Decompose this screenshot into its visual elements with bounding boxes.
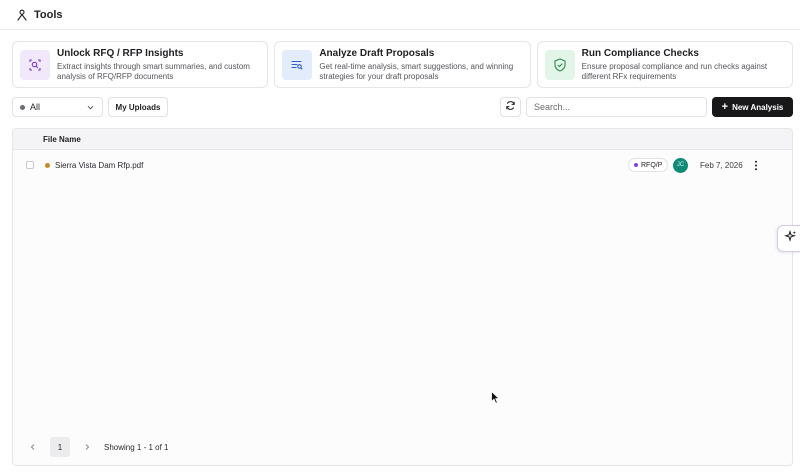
my-uploads-button[interactable]: My Uploads — [108, 97, 168, 117]
showing-text: Showing 1 - 1 of 1 — [104, 442, 169, 452]
more-options-icon[interactable] — [751, 158, 761, 172]
top-bar: Tools — [0, 0, 800, 30]
badge-dot — [634, 163, 638, 167]
new-analysis-button[interactable]: + New Analysis — [712, 97, 793, 117]
sparkles-icon — [783, 229, 797, 248]
ai-assistant-button[interactable] — [777, 225, 800, 252]
page-title: Tools — [34, 8, 63, 21]
filter-dropdown[interactable]: All — [12, 97, 103, 117]
card-analyze-drafts[interactable]: Analyze Draft Proposals Get real-time an… — [274, 41, 531, 88]
card-title: Unlock RFQ / RFP Insights — [57, 47, 184, 59]
refresh-icon — [505, 98, 516, 116]
row-checkbox[interactable] — [26, 161, 34, 169]
new-analysis-label: New Analysis — [732, 102, 784, 112]
chevron-left-icon[interactable] — [26, 440, 40, 454]
card-description: Ensure proposal compliance and run check… — [581, 61, 768, 81]
tools-icon — [16, 9, 28, 21]
file-date: Feb 7, 2026 — [700, 160, 743, 170]
card-description: Extract insights through smart summaries… — [57, 61, 250, 81]
card-description: Get real-time analysis, smart suggestion… — [319, 61, 514, 81]
pagination: 1 Showing 1 - 1 of 1 — [26, 437, 168, 457]
chevron-down-icon — [86, 103, 95, 112]
table-header: File Name — [13, 129, 792, 150]
filter-value: All — [30, 102, 41, 112]
avatar: JC — [673, 157, 688, 173]
file-type-badge: RFQ/P — [628, 158, 669, 172]
badge-label: RFQ/P — [641, 161, 663, 169]
filter-status-dot — [20, 104, 25, 110]
shield-check-icon — [544, 49, 575, 80]
card-rfq-insights[interactable]: Unlock RFQ / RFP Insights Extract insigh… — [12, 41, 269, 88]
feature-cards: Unlock RFQ / RFP Insights Extract insigh… — [12, 41, 793, 88]
column-file-name[interactable]: File Name — [43, 135, 81, 144]
refresh-button[interactable] — [500, 97, 521, 117]
card-title: Run Compliance Checks — [581, 47, 699, 59]
files-table: File Name Sierra Vista Dam Rfp.pdf RFQ/P… — [12, 128, 793, 466]
card-compliance-checks[interactable]: Run Compliance Checks Ensure proposal co… — [536, 41, 793, 88]
file-status-dot — [45, 162, 50, 168]
plus-icon: + — [721, 100, 729, 113]
mouse-cursor-icon — [491, 390, 501, 404]
toolbar: All My Uploads + New Analysis — [12, 97, 793, 119]
table-row[interactable]: Sierra Vista Dam Rfp.pdf RFQ/P JC Feb 7,… — [13, 153, 792, 177]
list-search-icon — [282, 49, 313, 80]
file-name[interactable]: Sierra Vista Dam Rfp.pdf — [55, 161, 143, 170]
chevron-right-icon[interactable] — [80, 440, 94, 454]
card-title: Analyze Draft Proposals — [319, 47, 435, 59]
page-number[interactable]: 1 — [50, 437, 70, 457]
document-search-icon — [20, 49, 50, 80]
search-input[interactable] — [526, 97, 707, 117]
